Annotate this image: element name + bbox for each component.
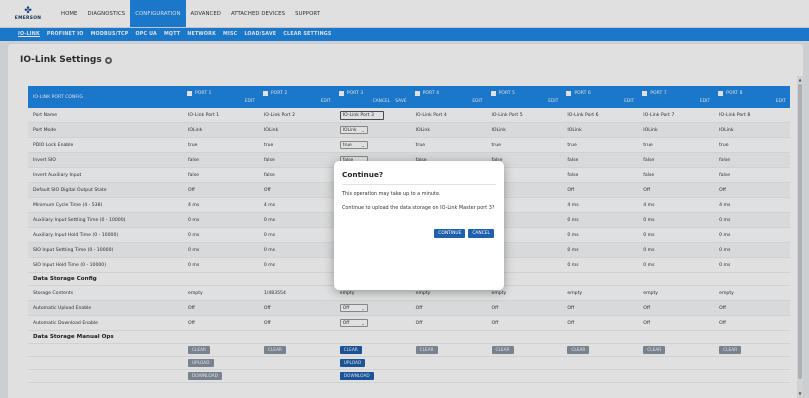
dialog-title: Continue?	[342, 170, 384, 179]
dialog-message-2: Continue to upload the data storage on I…	[342, 205, 495, 211]
dialog-actions: CONTINUE CANCEL	[434, 229, 494, 238]
dialog-divider	[342, 184, 496, 185]
confirm-dialog: Continue? This operation may take up to …	[334, 161, 504, 290]
dialog-message-1: This operation may take up to a minute.	[342, 191, 441, 197]
continue-button[interactable]: CONTINUE	[434, 229, 466, 238]
cancel-button[interactable]: CANCEL	[468, 229, 494, 238]
